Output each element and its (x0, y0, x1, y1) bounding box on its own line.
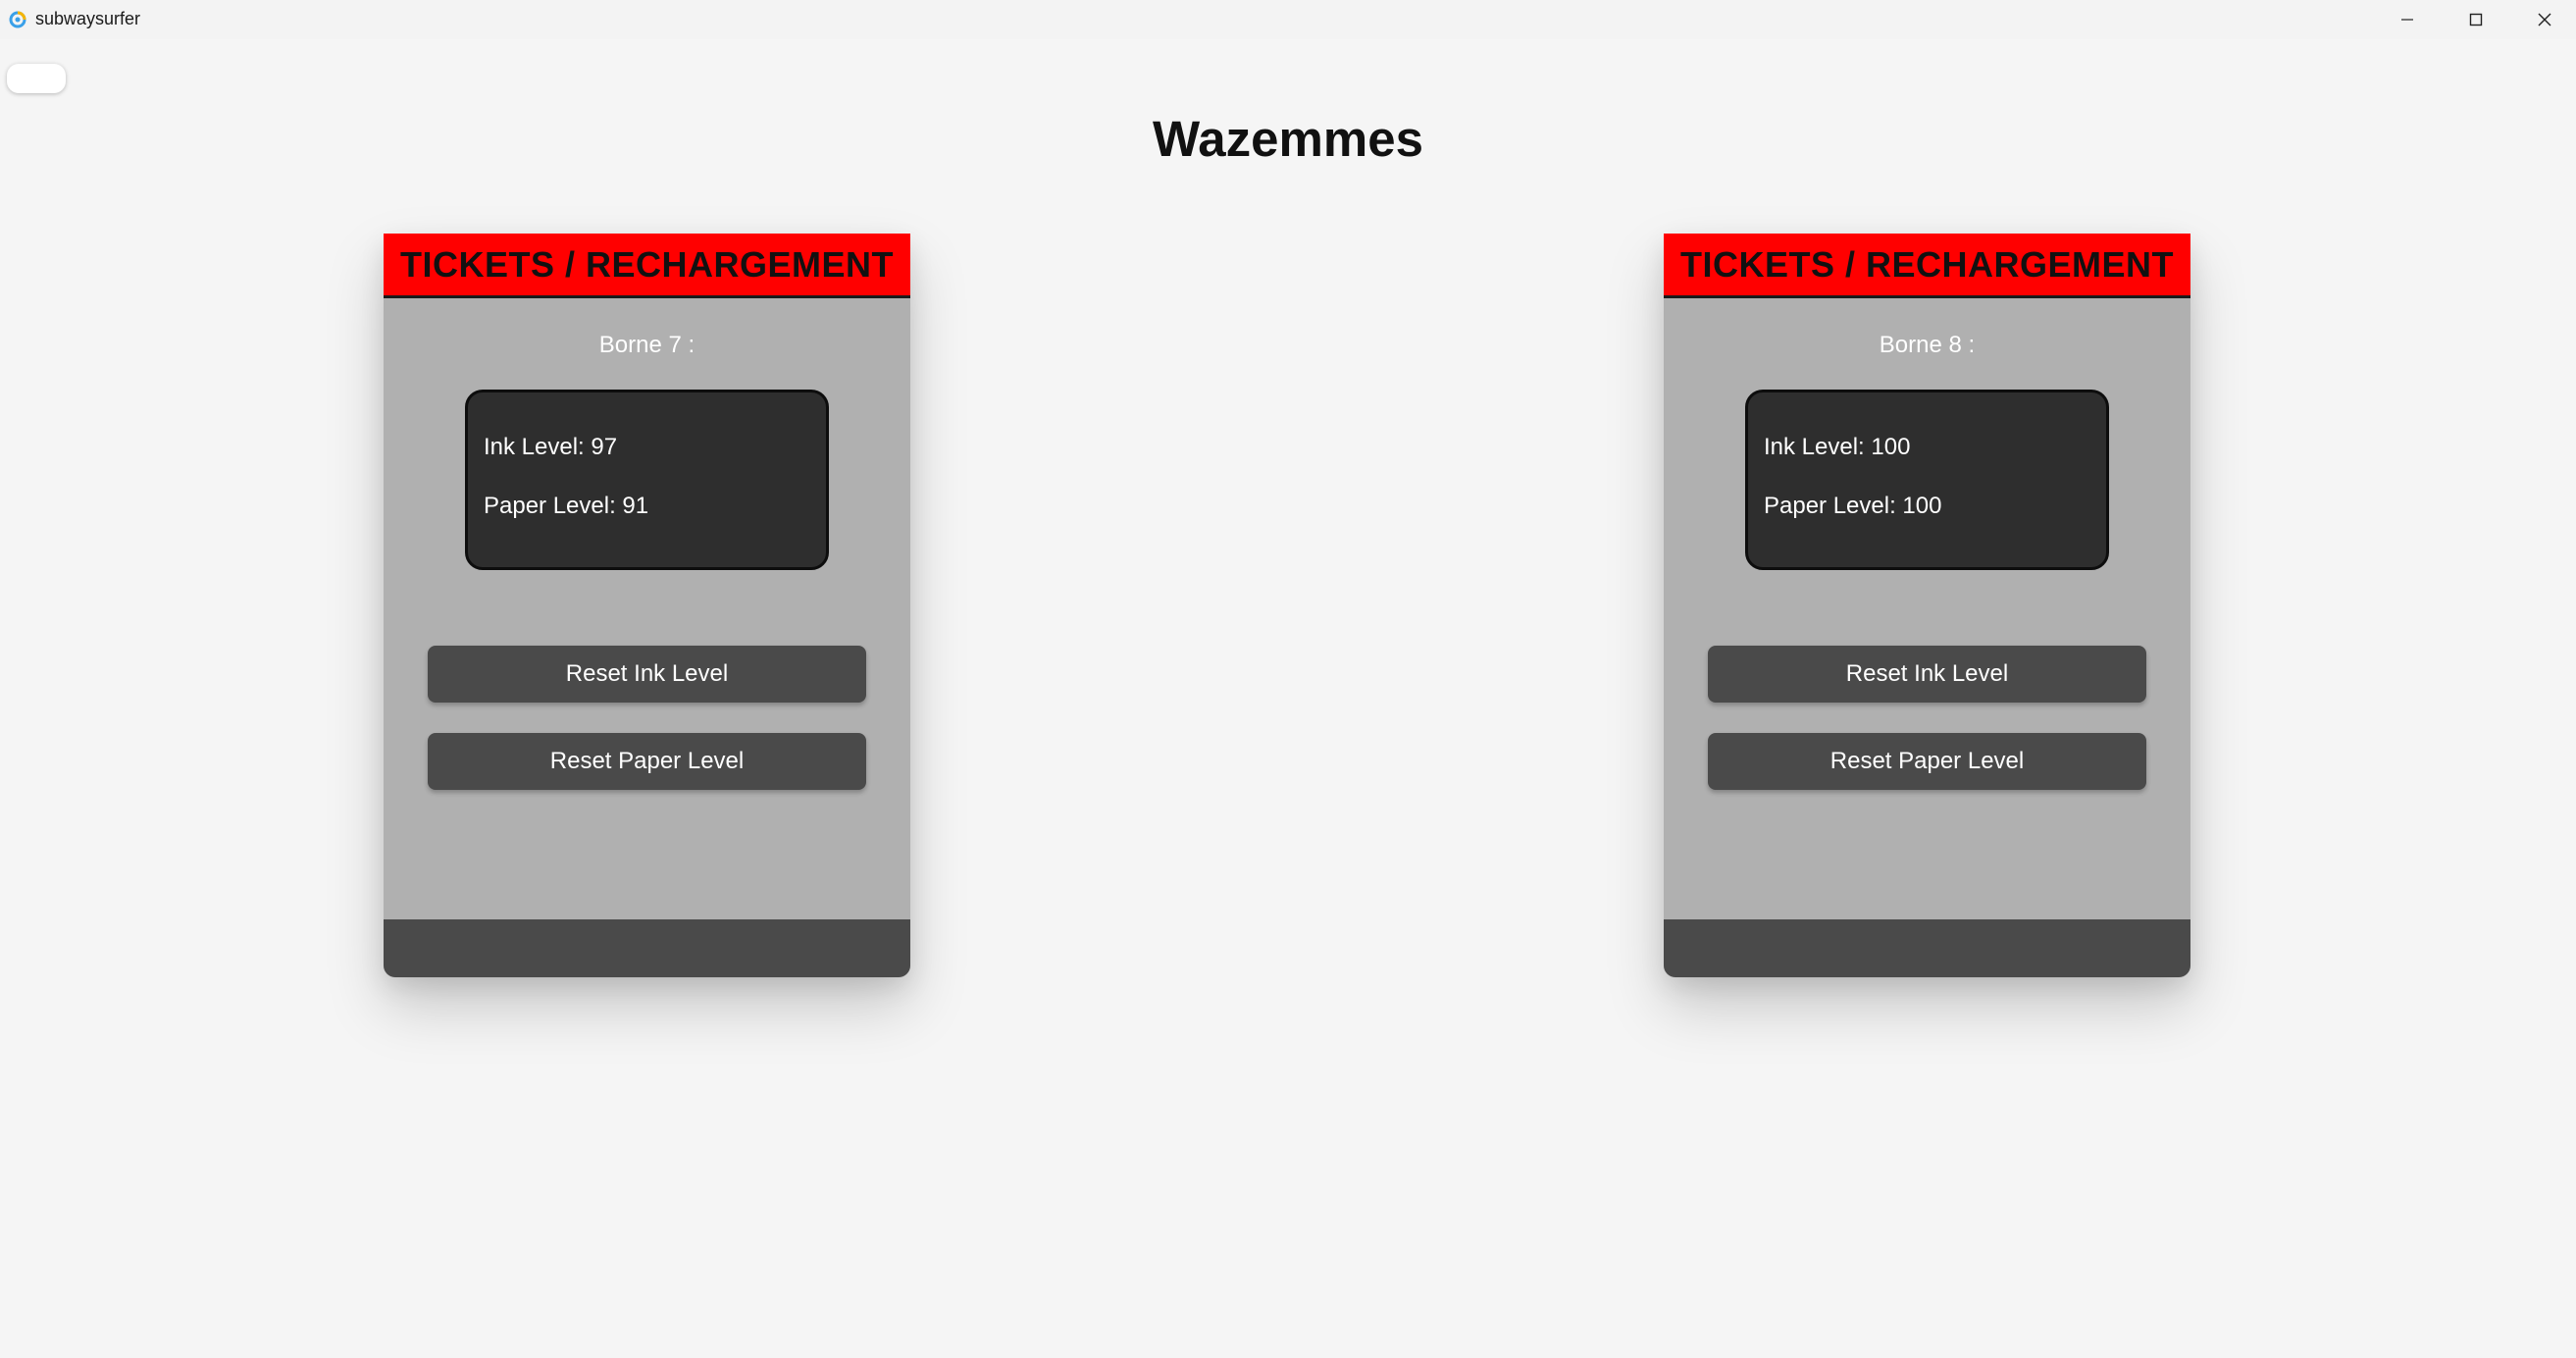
maximize-button[interactable] (2442, 0, 2510, 39)
paper-level-text: Paper Level: 100 (1764, 493, 1942, 519)
reset-ink-button[interactable]: Reset Ink Level (428, 646, 866, 703)
ink-level-text: Ink Level: 97 (484, 434, 618, 460)
levels-panel: Ink Level: 97 Paper Level: 91 (465, 390, 829, 570)
kiosk-label: Borne 7 : (598, 332, 696, 358)
app-title: subwaysurfer (35, 9, 141, 28)
levels-panel: Ink Level: 100 Paper Level: 100 (1745, 390, 2109, 570)
app-logo-icon (9, 11, 26, 28)
menu-toggle-button[interactable] (7, 64, 66, 93)
window-titlebar: subwaysurfer (0, 0, 2576, 39)
reset-paper-button[interactable]: Reset Paper Level (1708, 733, 2146, 790)
maximize-icon (2469, 13, 2483, 26)
close-icon (2538, 13, 2551, 26)
close-button[interactable] (2510, 0, 2576, 39)
kiosk-footer (1664, 919, 2190, 977)
reset-paper-button[interactable]: Reset Paper Level (428, 733, 866, 790)
kiosk-card-borne-8: TICKETS / RECHARGEMENT Borne 8 : Ink Lev… (1664, 234, 2190, 977)
minimize-button[interactable] (2373, 0, 2442, 39)
page-title: Wazemmes (1153, 111, 1423, 167)
paper-level-text: Paper Level: 91 (484, 493, 649, 519)
minimize-icon (2401, 19, 2413, 21)
kiosk-header: TICKETS / RECHARGEMENT (1664, 234, 2190, 298)
reset-ink-button[interactable]: Reset Ink Level (1708, 646, 2146, 703)
kiosk-header: TICKETS / RECHARGEMENT (384, 234, 910, 298)
kiosk-card-borne-7: TICKETS / RECHARGEMENT Borne 7 : Ink Lev… (384, 234, 910, 977)
kiosk-footer (384, 919, 910, 977)
kiosk-label: Borne 8 : (1879, 332, 1976, 358)
ink-level-text: Ink Level: 100 (1764, 434, 1911, 460)
